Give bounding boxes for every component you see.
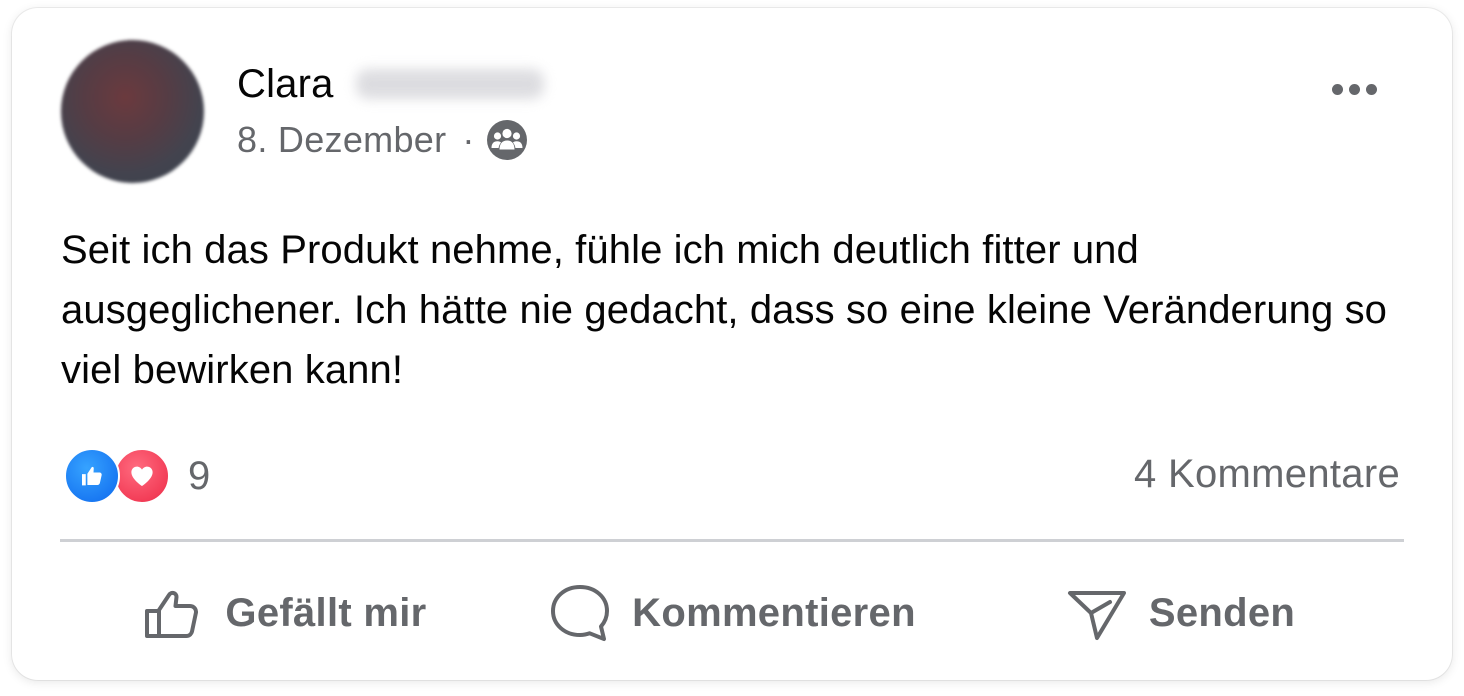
reaction-count: 9 <box>188 453 211 498</box>
thumbs-up-icon <box>141 581 205 645</box>
post-meta: 8. Dezember · <box>237 118 528 162</box>
more-options-button[interactable] <box>1324 72 1384 106</box>
post-date[interactable]: 8. Dezember <box>237 119 446 161</box>
comment-button-label: Kommentieren <box>632 590 916 635</box>
group-icon[interactable] <box>486 119 528 161</box>
like-button[interactable]: Gefällt mir <box>60 568 508 658</box>
send-icon <box>1065 581 1129 645</box>
more-dot-icon <box>1348 83 1360 95</box>
share-button[interactable]: Senden <box>956 568 1404 658</box>
avatar[interactable] <box>61 40 204 183</box>
post-text: Seit ich das Produkt nehme, fühle ich mi… <box>61 228 1388 392</box>
like-button-label: Gefällt mir <box>225 590 427 635</box>
comments-count-link[interactable]: 4 Kommentare <box>1134 452 1400 497</box>
post-card: Clara 8. Dezember · Seit ich das Produkt… <box>12 8 1452 680</box>
like-reaction-icon <box>64 448 120 504</box>
comment-button[interactable]: Kommentieren <box>508 568 956 658</box>
meta-separator: · <box>462 119 475 160</box>
action-bar: Gefällt mir Kommentieren Senden <box>60 568 1404 658</box>
love-reaction-icon <box>114 448 170 504</box>
divider <box>60 539 1404 542</box>
reaction-icons <box>62 446 174 506</box>
more-dot-icon <box>1365 83 1377 95</box>
share-button-label: Senden <box>1148 590 1296 635</box>
more-dot-icon <box>1331 83 1343 95</box>
comment-bubble-icon <box>548 581 612 645</box>
author-lastname-redacted <box>355 69 544 99</box>
reactions-summary[interactable]: 9 <box>62 446 210 506</box>
author-name[interactable]: Clara <box>237 62 334 107</box>
author-row: Clara <box>237 60 544 108</box>
